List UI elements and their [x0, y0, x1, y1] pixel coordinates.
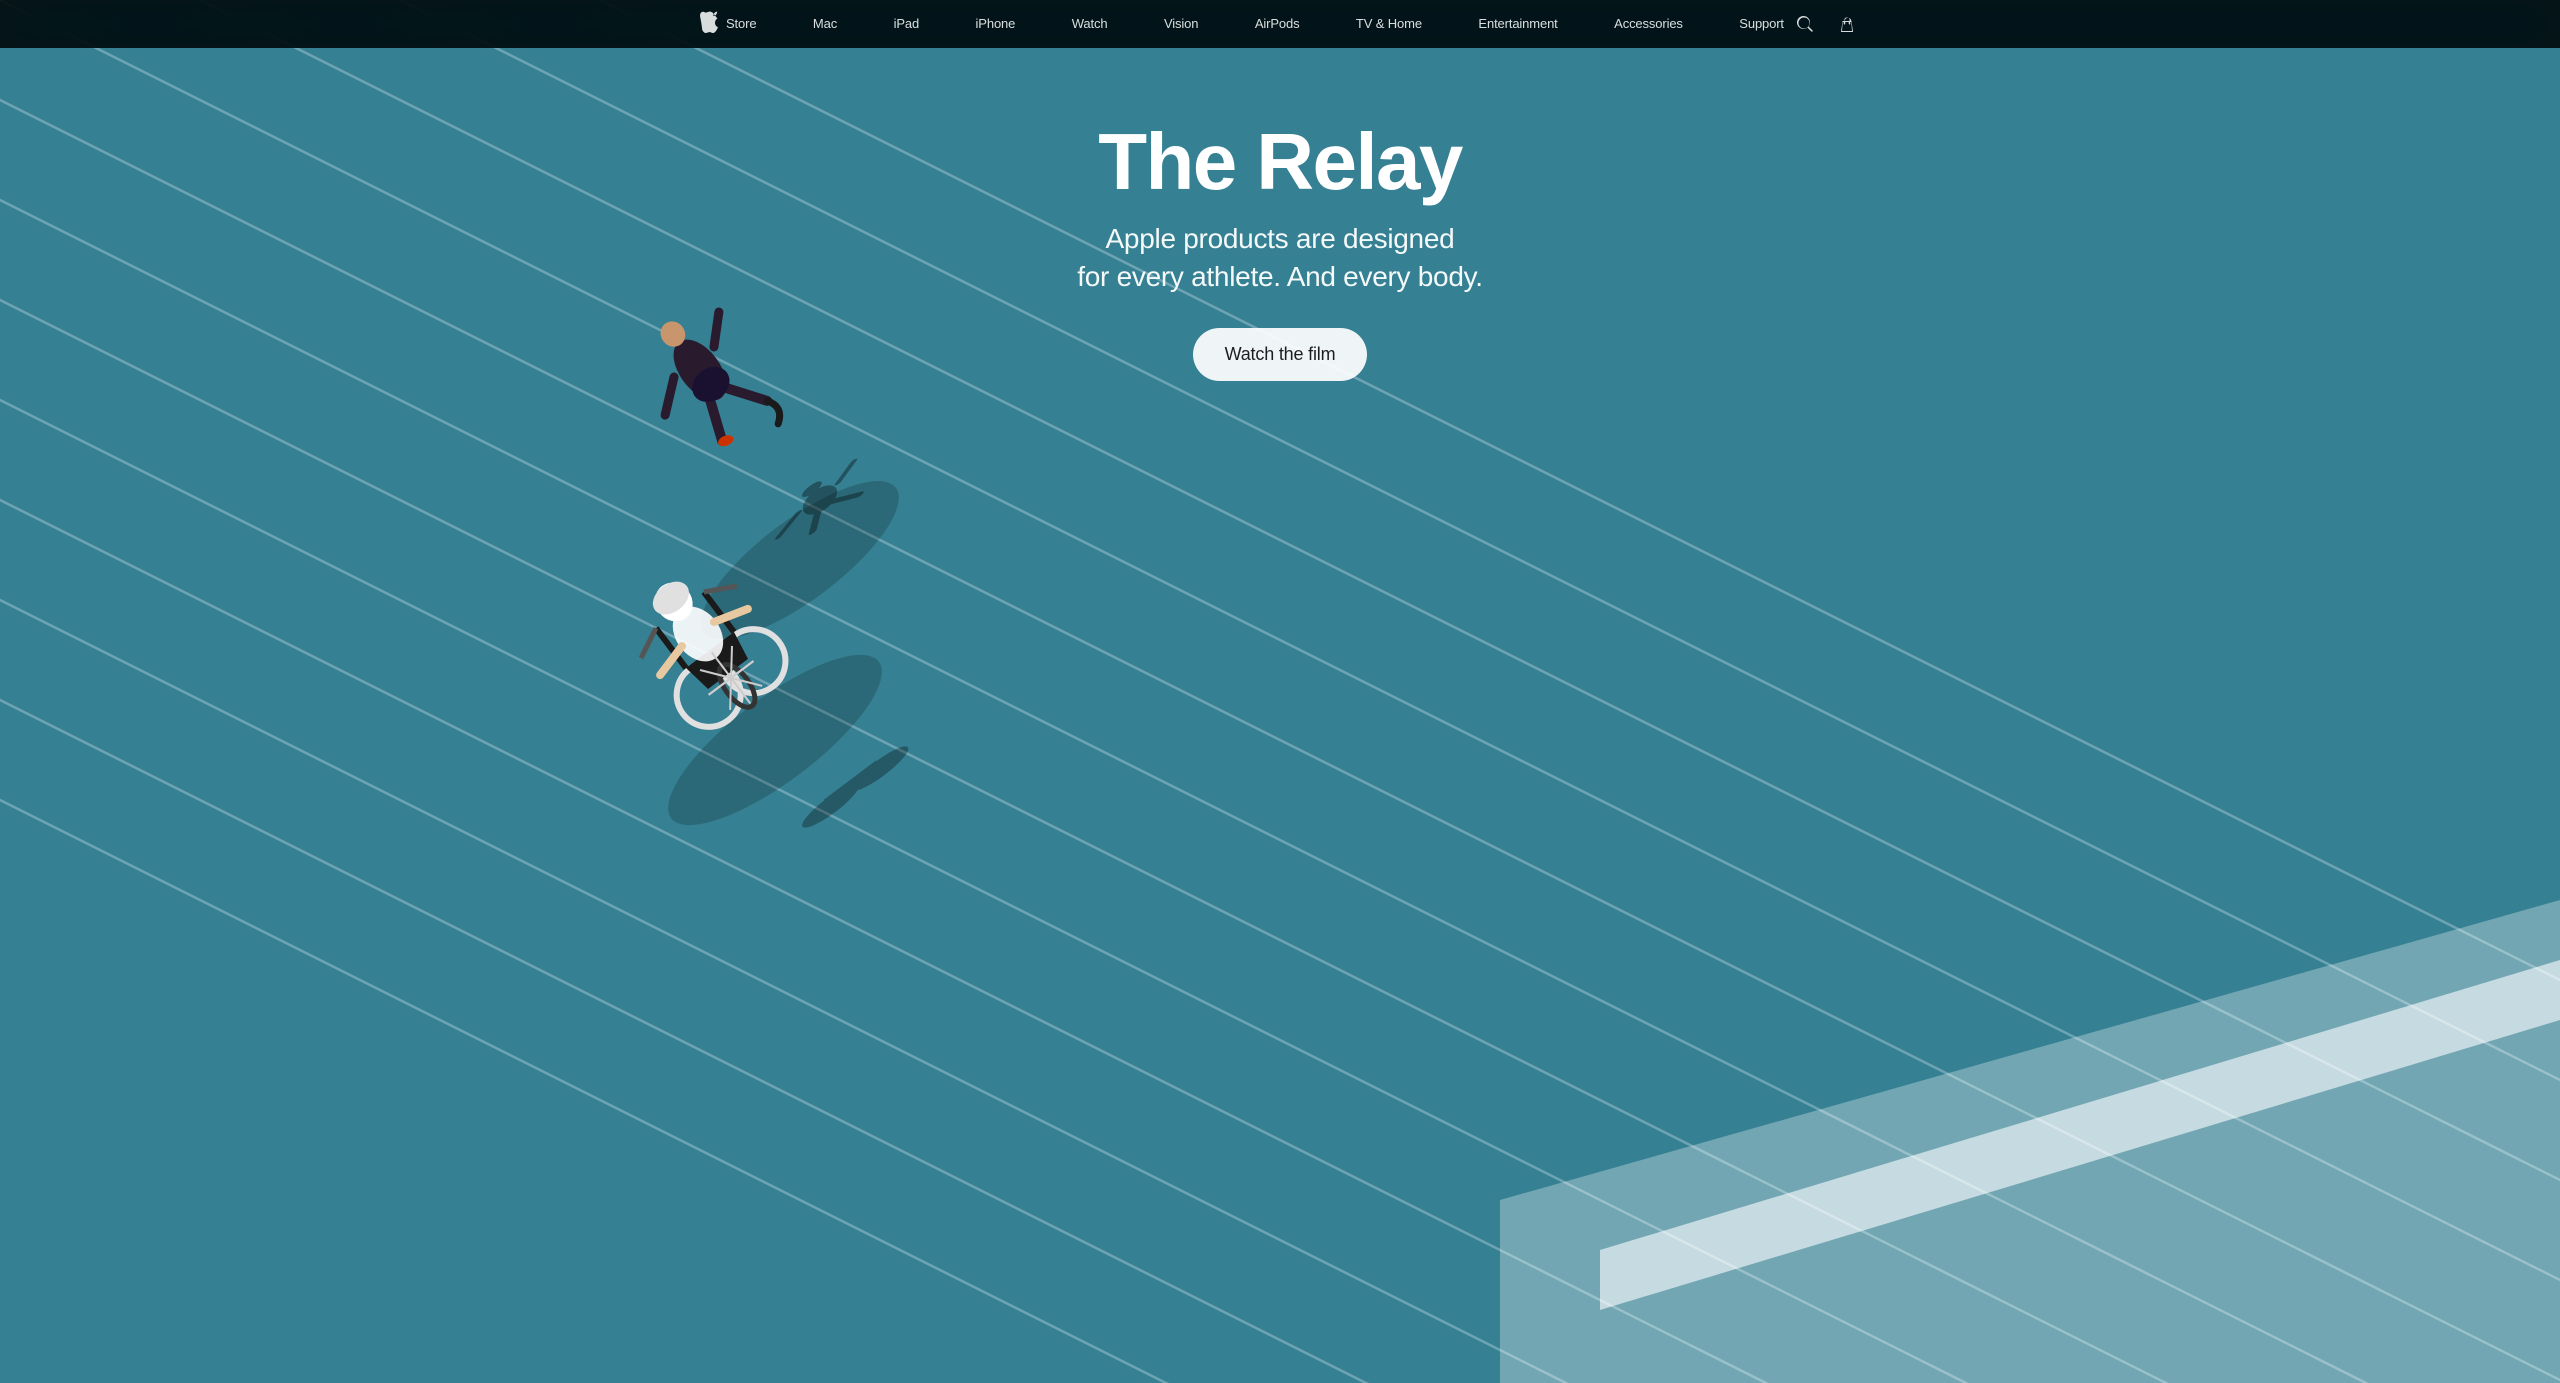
nav-logo[interactable] — [700, 11, 718, 38]
nav-item-airpods[interactable]: AirPods — [1247, 15, 1308, 33]
hero-title: The Relay — [1098, 120, 1462, 204]
hero-content: The Relay Apple products are designed fo… — [0, 0, 2560, 381]
nav-item-accessories[interactable]: Accessories — [1606, 15, 1691, 33]
nav-item-store[interactable]: Store — [718, 15, 764, 33]
bag-button[interactable] — [1834, 11, 1860, 37]
nav-links: Store Mac iPad iPhone Watch Vision AirPo… — [718, 15, 1792, 33]
nav-item-tv-home[interactable]: TV & Home — [1348, 15, 1430, 33]
nav-item-watch[interactable]: Watch — [1064, 15, 1116, 33]
nav-item-iphone[interactable]: iPhone — [968, 15, 1024, 33]
nav-item-vision[interactable]: Vision — [1156, 15, 1206, 33]
bag-icon — [1838, 15, 1856, 33]
nav-item-mac[interactable]: Mac — [805, 15, 845, 33]
search-button[interactable] — [1792, 11, 1818, 37]
hero-section: The Relay Apple products are designed fo… — [0, 0, 2560, 1383]
nav-item-entertainment[interactable]: Entertainment — [1470, 15, 1565, 33]
search-icon — [1796, 15, 1814, 33]
nav-item-ipad[interactable]: iPad — [886, 15, 928, 33]
navbar: Store Mac iPad iPhone Watch Vision AirPo… — [0, 0, 2560, 48]
watch-film-button[interactable]: Watch the film — [1193, 328, 1368, 381]
nav-item-support[interactable]: Support — [1731, 15, 1792, 33]
nav-actions — [1792, 11, 1860, 37]
hero-subtitle: Apple products are designed for every at… — [1077, 220, 1483, 296]
